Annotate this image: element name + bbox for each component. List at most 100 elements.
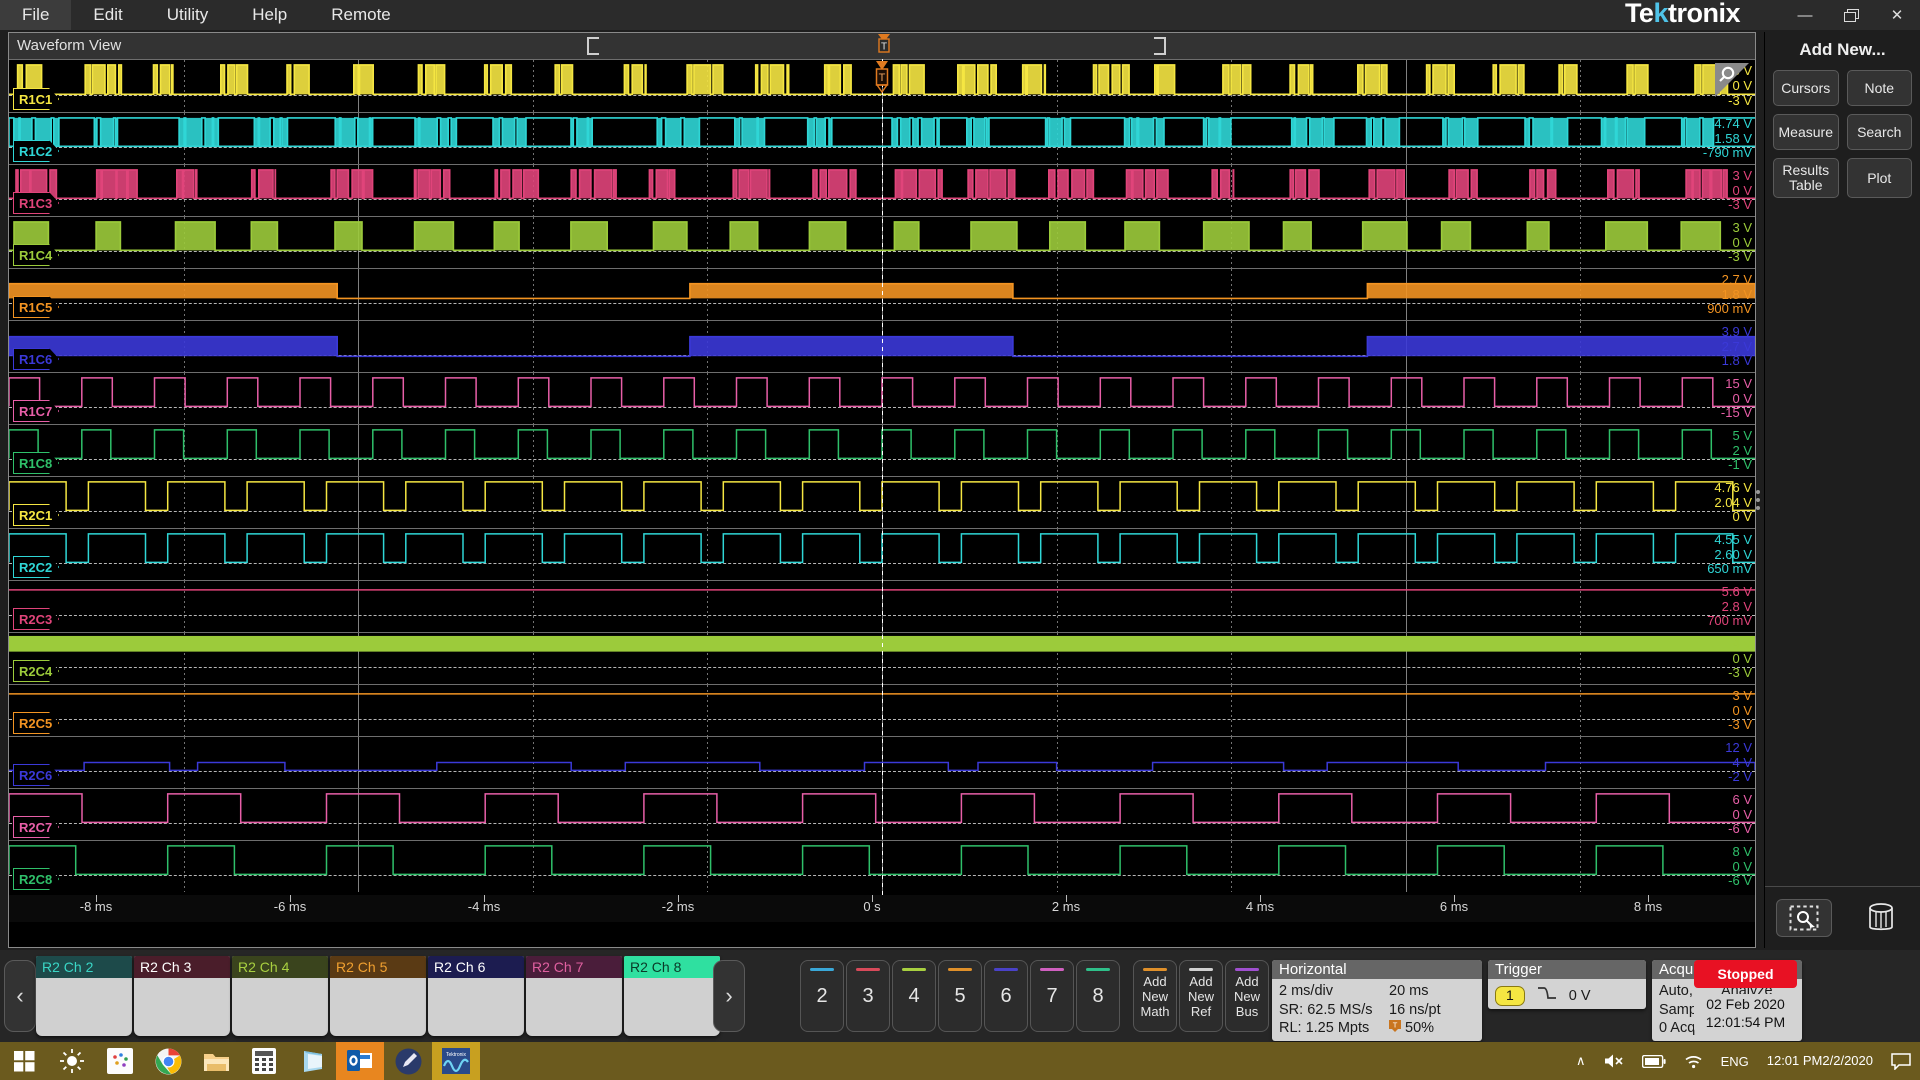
horizontal-panel-title: Horizontal <box>1272 960 1482 979</box>
add-button-color-bar <box>1143 968 1167 971</box>
trigger-marker-top[interactable]: T <box>875 34 893 58</box>
run-stop-status-button[interactable]: Stopped <box>1694 960 1797 988</box>
taskbar-time: 12:01 PM <box>1767 1053 1823 1068</box>
horizontal-position: 50% <box>1405 1019 1434 1038</box>
panel-drag-handle[interactable] <box>1756 486 1760 514</box>
trigger-panel-body: 1 0 V <box>1488 979 1646 1009</box>
trigger-cursor-line[interactable] <box>882 59 883 895</box>
record-start-bracket <box>587 37 599 55</box>
brightness-icon[interactable] <box>48 1042 96 1080</box>
pen-icon[interactable] <box>384 1042 432 1080</box>
outlook-icon[interactable] <box>336 1042 384 1080</box>
voltage-label: 2.04 V <box>1714 495 1752 510</box>
voltage-label: 1.58 V <box>1714 131 1752 146</box>
calculator-icon[interactable] <box>240 1042 288 1080</box>
menu-item-help[interactable]: Help <box>230 0 309 30</box>
magnify-icon[interactable] <box>1715 63 1749 97</box>
channel-card[interactable]: R2 Ch 4 <box>232 956 328 1036</box>
horizontal-record-length: RL: 1.25 Mpts <box>1279 1019 1389 1038</box>
taskbar-clock[interactable]: 12:01 PM 2/2/2020 <box>1758 1042 1882 1080</box>
menu-item-utility[interactable]: Utility <box>145 0 231 30</box>
window-controls: — ✕ <box>1782 0 1920 30</box>
volume-muted-icon[interactable] <box>1595 1042 1633 1080</box>
menu-item-edit[interactable]: Edit <box>71 0 144 30</box>
add-button-label: Add New Bus <box>1234 974 1260 1019</box>
add-new-button[interactable]: Add New Ref <box>1179 960 1223 1032</box>
voltage-label: 0 V <box>1732 651 1752 666</box>
voltage-label: 0 V <box>1732 509 1752 524</box>
channel-card[interactable]: R2 Ch 6 <box>428 956 524 1036</box>
channel-card[interactable]: R2 Ch 5 <box>330 956 426 1036</box>
voltage-label: 5.6 V <box>1722 584 1752 599</box>
wifi-icon[interactable] <box>1675 1042 1712 1080</box>
sidebar-button-plot[interactable]: Plot <box>1847 158 1913 198</box>
voltage-label: -1 V <box>1728 457 1752 472</box>
channel-card[interactable]: R2 Ch 8 <box>624 956 720 1036</box>
svg-text:T: T <box>1393 1021 1398 1030</box>
confetti-icon[interactable] <box>96 1042 144 1080</box>
channel-button-6[interactable]: 6 <box>984 960 1028 1032</box>
notification-icon[interactable] <box>1882 1042 1920 1080</box>
channel-card[interactable]: R2 Ch 7 <box>526 956 622 1036</box>
add-new-button[interactable]: Add New Bus <box>1225 960 1269 1032</box>
menu-item-remote[interactable]: Remote <box>309 0 413 30</box>
add-new-buttons: Add New MathAdd New Ref Add New Bus <box>1133 960 1271 1032</box>
trigger-letter: T <box>881 42 887 53</box>
taskbar-date: 2/2/2020 <box>1822 1053 1873 1068</box>
minimize-icon[interactable]: — <box>1782 0 1828 30</box>
channel-button-4[interactable]: 4 <box>892 960 936 1032</box>
trigger-source-badge[interactable]: 1 <box>1495 986 1525 1006</box>
windows-taskbar: Tektronix ∧ ENG 12:01 PM 2/2/2020 <box>0 1042 1920 1080</box>
file-explorer-icon[interactable] <box>192 1042 240 1080</box>
sidebar-button-results-table[interactable]: Results Table <box>1773 158 1839 198</box>
sidebar-button-search[interactable]: Search <box>1847 114 1913 150</box>
tekscope-icon[interactable]: Tektronix <box>432 1042 480 1080</box>
waveform-view-window: Waveform View T <box>8 32 1756 948</box>
channel-button-7[interactable]: 7 <box>1030 960 1074 1032</box>
bottom-control-bar: ‹ R2 Ch 2R2 Ch 3R2 Ch 4R2 Ch 5R2 Ch 6R2 … <box>0 950 1920 1042</box>
voltage-label: 0 V <box>1732 807 1752 822</box>
restore-icon[interactable] <box>1828 0 1874 30</box>
channel-button-5[interactable]: 5 <box>938 960 982 1032</box>
windows-start-icon[interactable] <box>0 1042 48 1080</box>
scroll-left-button[interactable]: ‹ <box>4 960 36 1032</box>
language-indicator[interactable]: ENG <box>1712 1042 1758 1080</box>
channel-color-bar <box>902 968 926 971</box>
voltage-label: 12 V <box>1725 740 1752 755</box>
add-new-button[interactable]: Add New Math <box>1133 960 1177 1032</box>
voltage-label: 700 mV <box>1707 613 1752 628</box>
trigger-position-bar[interactable]: T <box>9 33 1755 59</box>
waveform-plot-area[interactable]: R1C13 V0 V-3 VR1C24.74 V1.58 V-790 mVR1C… <box>9 59 1755 922</box>
voltage-label: -3 V <box>1728 197 1752 212</box>
voltage-label: -15 V <box>1721 405 1752 420</box>
channel-card[interactable]: R2 Ch 3 <box>134 956 230 1036</box>
channel-button-3[interactable]: 3 <box>846 960 890 1032</box>
svg-text:Tektronix: Tektronix <box>446 1052 467 1058</box>
excel-icon[interactable] <box>288 1042 336 1080</box>
trash-icon[interactable] <box>1853 899 1909 937</box>
horizontal-panel[interactable]: Horizontal 2 ms/div 20 ms SR: 62.5 MS/s … <box>1272 960 1482 1041</box>
voltage-label: 0 V <box>1732 183 1752 198</box>
sidebar-title: Add New... <box>1765 32 1920 70</box>
scroll-right-button[interactable]: › <box>713 960 745 1032</box>
channel-card-label: R2 Ch 4 <box>232 956 328 978</box>
close-icon[interactable]: ✕ <box>1874 0 1920 30</box>
battery-icon[interactable] <box>1633 1042 1675 1080</box>
trigger-panel[interactable]: Trigger 1 0 V <box>1488 960 1646 1009</box>
zoom-select-icon[interactable] <box>1776 899 1832 937</box>
channel-button-2[interactable]: 2 <box>800 960 844 1032</box>
time-tick-label: 4 ms <box>1246 899 1274 914</box>
brand-k: k <box>1653 0 1668 28</box>
chrome-icon[interactable] <box>144 1042 192 1080</box>
sidebar-button-measure[interactable]: Measure <box>1773 114 1839 150</box>
channel-color-bar <box>1086 968 1110 971</box>
sidebar-button-cursors[interactable]: Cursors <box>1773 70 1839 106</box>
trigger-marker[interactable]: T <box>872 61 892 102</box>
sidebar-button-note[interactable]: Note <box>1847 70 1913 106</box>
voltage-label: 6 V <box>1732 792 1752 807</box>
channel-card[interactable]: R2 Ch 2 <box>36 956 132 1036</box>
tray-chevron-icon[interactable]: ∧ <box>1567 1042 1595 1080</box>
channel-button-8[interactable]: 8 <box>1076 960 1120 1032</box>
menu-item-file[interactable]: File <box>0 0 71 30</box>
voltage-label: -2 V <box>1728 769 1752 784</box>
